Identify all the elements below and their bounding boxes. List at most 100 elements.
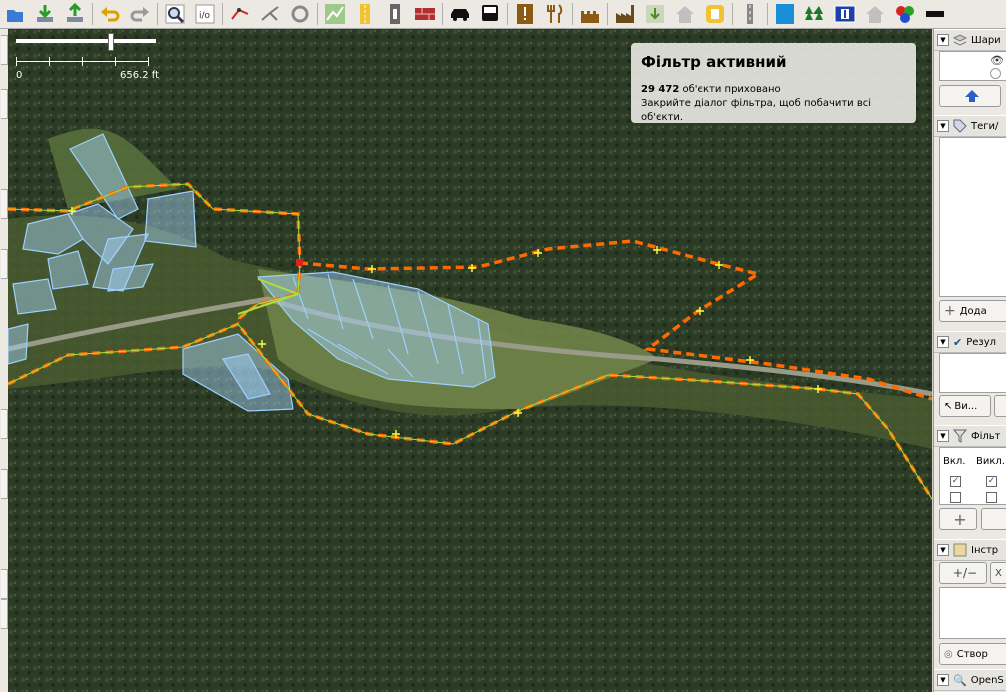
satellite-map — [8, 29, 932, 692]
preset-community-button[interactable] — [890, 0, 920, 28]
mode-draw-button[interactable] — [1, 189, 8, 219]
refresh-button[interactable] — [285, 0, 315, 28]
preset-route-button[interactable] — [830, 0, 860, 28]
preset-castle-button[interactable] — [575, 0, 605, 28]
open-file-button[interactable] — [0, 0, 30, 28]
road-icon — [360, 4, 370, 24]
preset-factory-button[interactable] — [610, 0, 640, 28]
tags-panel-title: Теги/ — [971, 120, 999, 132]
main-toolbar: i/o — [0, 0, 1006, 29]
filter-notice-hint: Закрийте діалог фільтра, щоб побачити вс… — [641, 98, 872, 123]
filter-active-notice: Фільтр активний 29 472 об'єкти приховано… — [631, 43, 916, 123]
split-way-button[interactable] — [255, 0, 285, 28]
filters-panel-header[interactable]: ▼ Фільт — [934, 425, 1006, 447]
preset-house-button[interactable] — [670, 0, 700, 28]
plus-minus-button[interactable]: +/− — [939, 562, 987, 584]
filter-excluded-checkbox-2[interactable] — [986, 492, 997, 503]
preset-road-button[interactable] — [350, 0, 380, 28]
preset-bus-button[interactable] — [475, 0, 505, 28]
preset-park-button[interactable] — [320, 0, 350, 28]
preset-forest-button[interactable] — [800, 0, 830, 28]
route-number-icon — [834, 5, 856, 23]
mode-delete-button[interactable] — [1, 569, 8, 599]
results-extra-button[interactable] — [994, 395, 1006, 417]
mode-zoom-button[interactable] — [1, 89, 8, 119]
undo-icon — [101, 7, 120, 22]
preset-water-button[interactable] — [770, 0, 800, 28]
open-file-icon — [7, 10, 23, 22]
tools-list[interactable] — [939, 587, 1006, 639]
mode-extrude-button[interactable] — [1, 469, 8, 499]
map-view[interactable]: 0 656.2 ft Фільтр активний 29 472 об'єкт… — [8, 29, 932, 692]
create-icon: ◎ — [944, 648, 953, 660]
scale-bar: 0 656.2 ft — [16, 33, 166, 85]
preset-warning-button[interactable] — [510, 0, 540, 28]
download-button[interactable] — [30, 0, 60, 28]
factory-icon — [616, 5, 634, 23]
collapse-icon[interactable]: ▼ — [937, 336, 949, 348]
checkmark-icon: ✔ — [953, 335, 963, 349]
collapse-icon[interactable]: ▼ — [937, 34, 949, 46]
preset-wall-button[interactable] — [410, 0, 440, 28]
redo-icon — [130, 7, 149, 22]
tools-panel-title: Інстр — [971, 544, 999, 556]
preset-rail-button[interactable] — [735, 0, 765, 28]
tools-icon — [953, 543, 967, 557]
undo-button[interactable] — [95, 0, 125, 28]
collapse-icon[interactable]: ▼ — [937, 120, 949, 132]
draw-nodes-button[interactable] — [225, 0, 255, 28]
house-icon — [676, 6, 694, 23]
zoom-slider-track[interactable] — [16, 39, 156, 43]
split-icon — [261, 6, 279, 21]
results-panel-header[interactable]: ▼ ✔ Резул — [934, 331, 1006, 353]
preset-food-button[interactable] — [540, 0, 570, 28]
mode-area-button[interactable] — [1, 599, 8, 629]
info-button[interactable]: i/o — [190, 0, 220, 28]
eye-icon[interactable]: 👁 — [990, 54, 1004, 67]
preset-building-button[interactable] — [860, 0, 890, 28]
add-tag-button[interactable]: + Дода — [939, 300, 1006, 322]
collapse-icon[interactable]: ▼ — [937, 544, 949, 556]
building-icon — [866, 6, 884, 23]
zoom-slider-handle[interactable] — [108, 33, 114, 51]
tags-panel-header[interactable]: ▼ Теги/ — [934, 115, 1006, 137]
filter-enabled-checkbox-1[interactable]: ✓ — [950, 476, 961, 487]
upload-button[interactable] — [60, 0, 90, 28]
collapse-icon[interactable]: ▼ — [937, 430, 949, 442]
tags-list[interactable] — [939, 137, 1006, 297]
rail-icon — [747, 4, 753, 24]
preset-landfill-button[interactable] — [640, 0, 670, 28]
mode-select-button[interactable] — [1, 35, 8, 65]
zoom-button[interactable] — [160, 0, 190, 28]
results-panel-title: Резул — [966, 336, 997, 348]
tools-panel-header[interactable]: ▼ Інстр — [934, 539, 1006, 561]
park-icon — [325, 4, 345, 24]
filter-extra-button[interactable] — [981, 508, 1006, 530]
layers-panel-header[interactable]: ▼ Шари — [934, 29, 1006, 51]
mode-parallel-button[interactable] — [1, 409, 8, 439]
hidden-object-text: об'єкти приховано — [682, 84, 781, 95]
move-layer-up-button[interactable] — [939, 85, 1001, 107]
preset-barrier-button[interactable] — [920, 0, 950, 28]
filter-enabled-checkbox-2[interactable] — [950, 492, 961, 503]
results-list[interactable] — [939, 353, 1006, 393]
filter-excluded-checkbox-1[interactable]: ✓ — [986, 476, 997, 487]
mode-improve-button[interactable] — [1, 249, 8, 279]
layers-list[interactable]: 👁 — [939, 51, 1006, 81]
add-filter-button[interactable]: + — [939, 508, 977, 530]
view-result-button[interactable]: ↖ Ви... — [939, 395, 991, 417]
create-button[interactable]: ◎ Створ — [939, 643, 1006, 665]
preset-path-button[interactable] — [380, 0, 410, 28]
redo-button[interactable] — [125, 0, 155, 28]
delete-tool-button[interactable]: X — [990, 562, 1006, 584]
collapse-icon[interactable]: ▼ — [937, 674, 949, 686]
car-icon — [451, 9, 469, 21]
preset-car-button[interactable] — [445, 0, 475, 28]
water-icon — [776, 4, 794, 24]
bottom-panel-header[interactable]: ▼ 🔍 OpenS — [934, 669, 1006, 691]
preset-shop-button[interactable] — [700, 0, 730, 28]
filters-table[interactable]: Вкл. Викл. ✓ ✓ — [939, 447, 1006, 505]
create-label: Створ — [956, 648, 988, 660]
arrow-up-icon — [965, 90, 979, 102]
selected-node[interactable] — [296, 259, 303, 266]
